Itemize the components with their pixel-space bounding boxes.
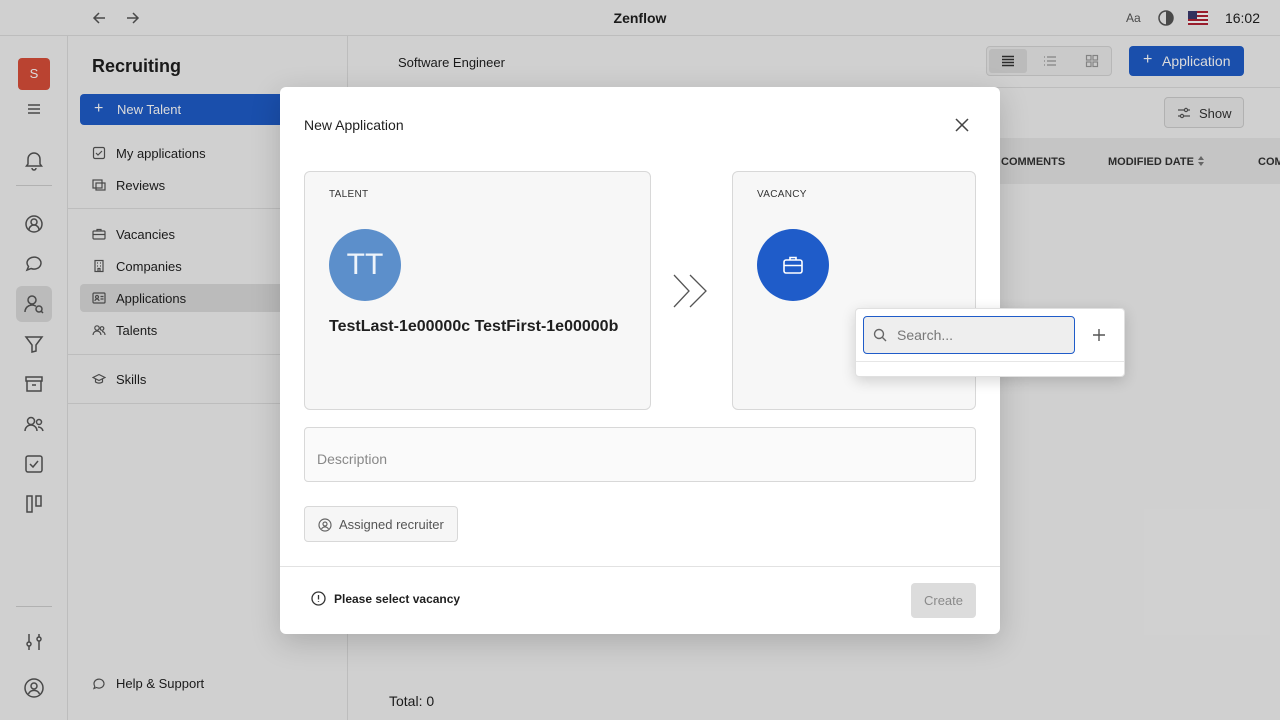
- info-circle-icon: [311, 591, 326, 606]
- assigned-recruiter-button[interactable]: Assigned recruiter: [304, 506, 458, 542]
- plus-icon[interactable]: [1090, 326, 1108, 344]
- double-chevron-right-icon: [672, 273, 710, 309]
- assigned-recruiter-label: Assigned recruiter: [339, 517, 444, 532]
- user-circle-icon: [318, 518, 332, 532]
- search-input[interactable]: [897, 326, 1067, 344]
- briefcase-icon: [757, 229, 829, 301]
- validation-text: Please select vacancy: [334, 592, 461, 606]
- search-box[interactable]: [863, 316, 1075, 354]
- talent-card[interactable]: TALENT TT TestLast-1e00000c TestFirst-1e…: [304, 171, 651, 410]
- talent-card-title: TALENT: [329, 189, 369, 200]
- vacancy-card-title: VACANCY: [757, 189, 807, 200]
- description-placeholder: Description: [317, 451, 388, 467]
- close-icon[interactable]: [952, 115, 972, 135]
- create-button[interactable]: Create: [911, 583, 976, 618]
- talent-avatar: TT: [329, 229, 401, 301]
- dialog-title: New Application: [304, 117, 404, 133]
- search-icon: [873, 328, 887, 342]
- vacancy-search-popup: [855, 308, 1125, 377]
- talent-name: TestLast-1e00000c TestFirst-1e00000b: [329, 318, 619, 335]
- description-field[interactable]: Description: [304, 427, 976, 482]
